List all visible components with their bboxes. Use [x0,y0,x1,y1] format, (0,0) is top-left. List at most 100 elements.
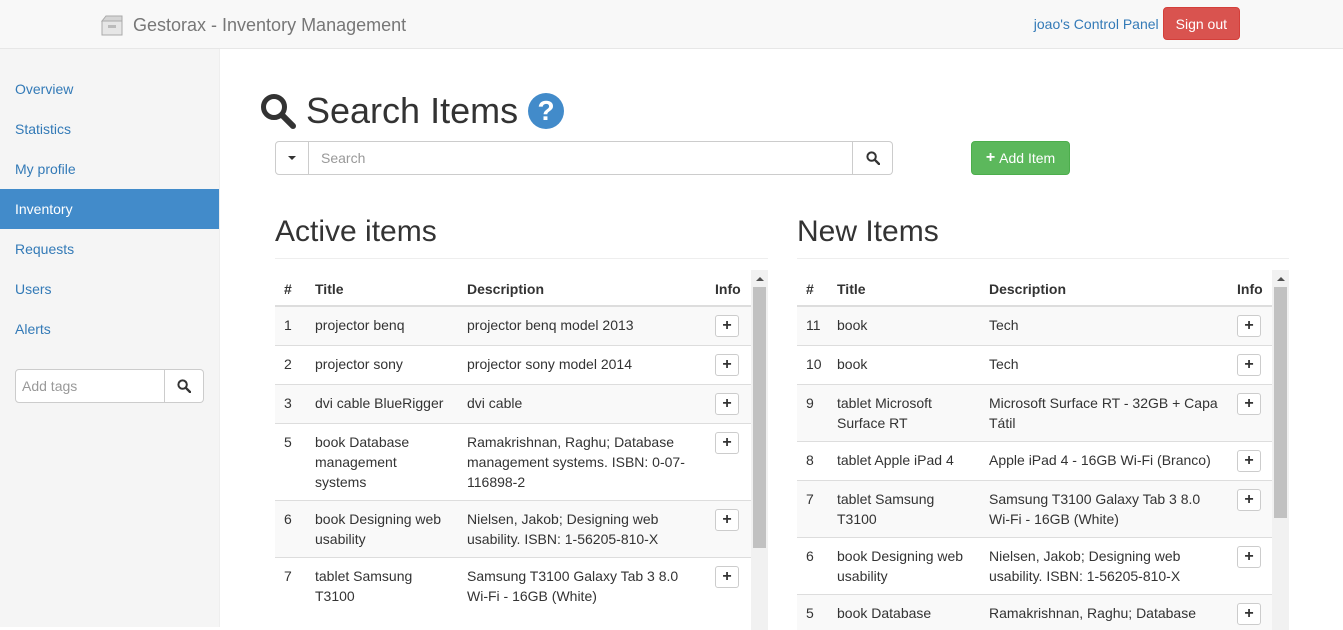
column-header-number: # [797,270,828,306]
sidebar: Overview Statistics My profile Inventory… [0,49,220,627]
scroll-thumb[interactable] [1274,287,1287,518]
active-items-heading: Active items [275,210,768,256]
new-items-panel: New Items # Title Description Info 11boo… [797,210,1289,630]
info-plus-button[interactable]: + [715,566,739,588]
cell-description: Samsung T3100 Galaxy Tab 3 8.0 Wi-Fi - 1… [980,481,1228,538]
info-plus-button[interactable]: + [1237,603,1261,625]
cell-title: tablet Microsoft Surface RT [828,385,980,442]
sidebar-item-users[interactable]: Users [0,269,219,309]
info-plus-button[interactable]: + [715,432,739,454]
cell-description: Tech [980,306,1228,346]
search-input[interactable] [309,141,853,175]
cell-num: 7 [275,558,306,615]
search-icon [260,93,296,129]
active-items-panel: Active items # Title Description Info 1p… [275,210,768,630]
info-plus-button[interactable]: + [715,315,739,337]
brand[interactable]: Gestorax - Inventory Management [100,13,406,37]
column-header-description: Description [980,270,1228,306]
table-row: 7tablet Samsung T3100Samsung T3100 Galax… [275,558,751,615]
plus-icon: + [986,149,995,167]
info-plus-button[interactable]: + [1237,450,1261,472]
table-row: 10bookTech+ [797,346,1272,385]
sidebar-item-requests[interactable]: Requests [0,229,219,269]
cell-num: 10 [797,346,828,385]
active-items-scroll: # Title Description Info 1projector benq… [275,270,768,630]
info-plus-button[interactable]: + [1237,354,1261,376]
cell-num: 1 [275,306,306,346]
column-header-description: Description [458,270,706,306]
cell-num: 6 [797,538,828,595]
top-navbar: Gestorax - Inventory Management joao's C… [0,0,1343,49]
cell-description: Ramakrishnan, Raghu; Database [980,595,1228,630]
table-row: 8tablet Apple iPad 4Apple iPad 4 - 16GB … [797,442,1272,481]
inventory-box-icon [100,14,124,36]
info-plus-button[interactable]: + [1237,315,1261,337]
control-panel-link[interactable]: joao's Control Panel [1034,16,1159,32]
cell-description: projector benq model 2013 [458,306,706,346]
cell-num: 3 [275,385,306,424]
cell-info: + [1228,346,1272,385]
brand-title: Gestorax - Inventory Management [133,15,406,36]
new-items-scrollbar[interactable] [1272,270,1289,630]
cell-title: projector benq [306,306,458,346]
sidebar-item-my-profile[interactable]: My profile [0,149,219,189]
info-plus-button[interactable]: + [715,509,739,531]
cell-num: 2 [275,346,306,385]
sidebar-item-overview[interactable]: Overview [0,69,219,109]
table-row: 7tablet Samsung T3100Samsung T3100 Galax… [797,481,1272,538]
scroll-up-arrow-icon[interactable] [1272,270,1289,287]
tags-search-group [15,369,204,403]
info-plus-button[interactable]: + [715,393,739,415]
tags-input[interactable] [15,369,165,403]
sidebar-item-statistics[interactable]: Statistics [0,109,219,149]
table-row: 6book Designing web usabilityNielsen, Ja… [275,501,751,558]
search-icon [177,379,191,393]
add-item-button[interactable]: + Add Item [971,141,1070,175]
search-icon [866,151,880,165]
page-header: Search Items ? [260,86,564,136]
cell-title: tablet Apple iPad 4 [828,442,980,481]
sidebar-item-inventory[interactable]: Inventory [0,189,219,229]
cell-title: dvi cable BlueRigger [306,385,458,424]
cell-title: book Designing web usability [828,538,980,595]
cell-description: Nielsen, Jakob; Designing web usability.… [980,538,1228,595]
cell-info: + [706,558,751,615]
cell-num: 6 [275,501,306,558]
table-row: 5book Database management systemsRamakri… [275,424,751,501]
caret-down-icon [288,156,296,160]
cell-title: tablet Samsung T3100 [828,481,980,538]
info-plus-button[interactable]: + [1237,489,1261,511]
cell-description: Samsung T3100 Galaxy Tab 3 8.0 Wi-Fi - 1… [458,558,706,615]
cell-num: 8 [797,442,828,481]
info-plus-button[interactable]: + [1237,393,1261,415]
table-row: 3dvi cable BlueRiggerdvi cable+ [275,385,751,424]
sidebar-item-alerts[interactable]: Alerts [0,309,219,349]
cell-info: + [706,306,751,346]
cell-num: 7 [797,481,828,538]
column-header-title: Title [306,270,458,306]
scroll-up-arrow-icon[interactable] [751,270,768,287]
cell-info: + [706,346,751,385]
table-row: 6book Designing web usabilityNielsen, Ja… [797,538,1272,595]
cell-info: + [1228,385,1272,442]
active-items-scrollbar[interactable] [751,270,768,630]
cell-title: book [828,346,980,385]
help-icon[interactable]: ? [528,93,564,129]
cell-num: 5 [797,595,828,630]
active-items-table: # Title Description Info 1projector benq… [275,270,751,614]
search-filter-dropdown[interactable] [275,141,309,175]
tags-search-button[interactable] [165,369,204,403]
cell-info: + [1228,306,1272,346]
cell-info: + [1228,538,1272,595]
info-plus-button[interactable]: + [715,354,739,376]
cell-description: Apple iPad 4 - 16GB Wi-Fi (Branco) [980,442,1228,481]
info-plus-button[interactable]: + [1237,546,1261,568]
cell-info: + [706,385,751,424]
cell-info: + [1228,595,1272,630]
sign-out-button[interactable]: Sign out [1163,7,1240,40]
cell-info: + [706,424,751,501]
cell-title: book Database management systems [306,424,458,501]
search-button[interactable] [853,141,893,175]
scroll-thumb[interactable] [753,287,766,548]
cell-info: + [1228,481,1272,538]
